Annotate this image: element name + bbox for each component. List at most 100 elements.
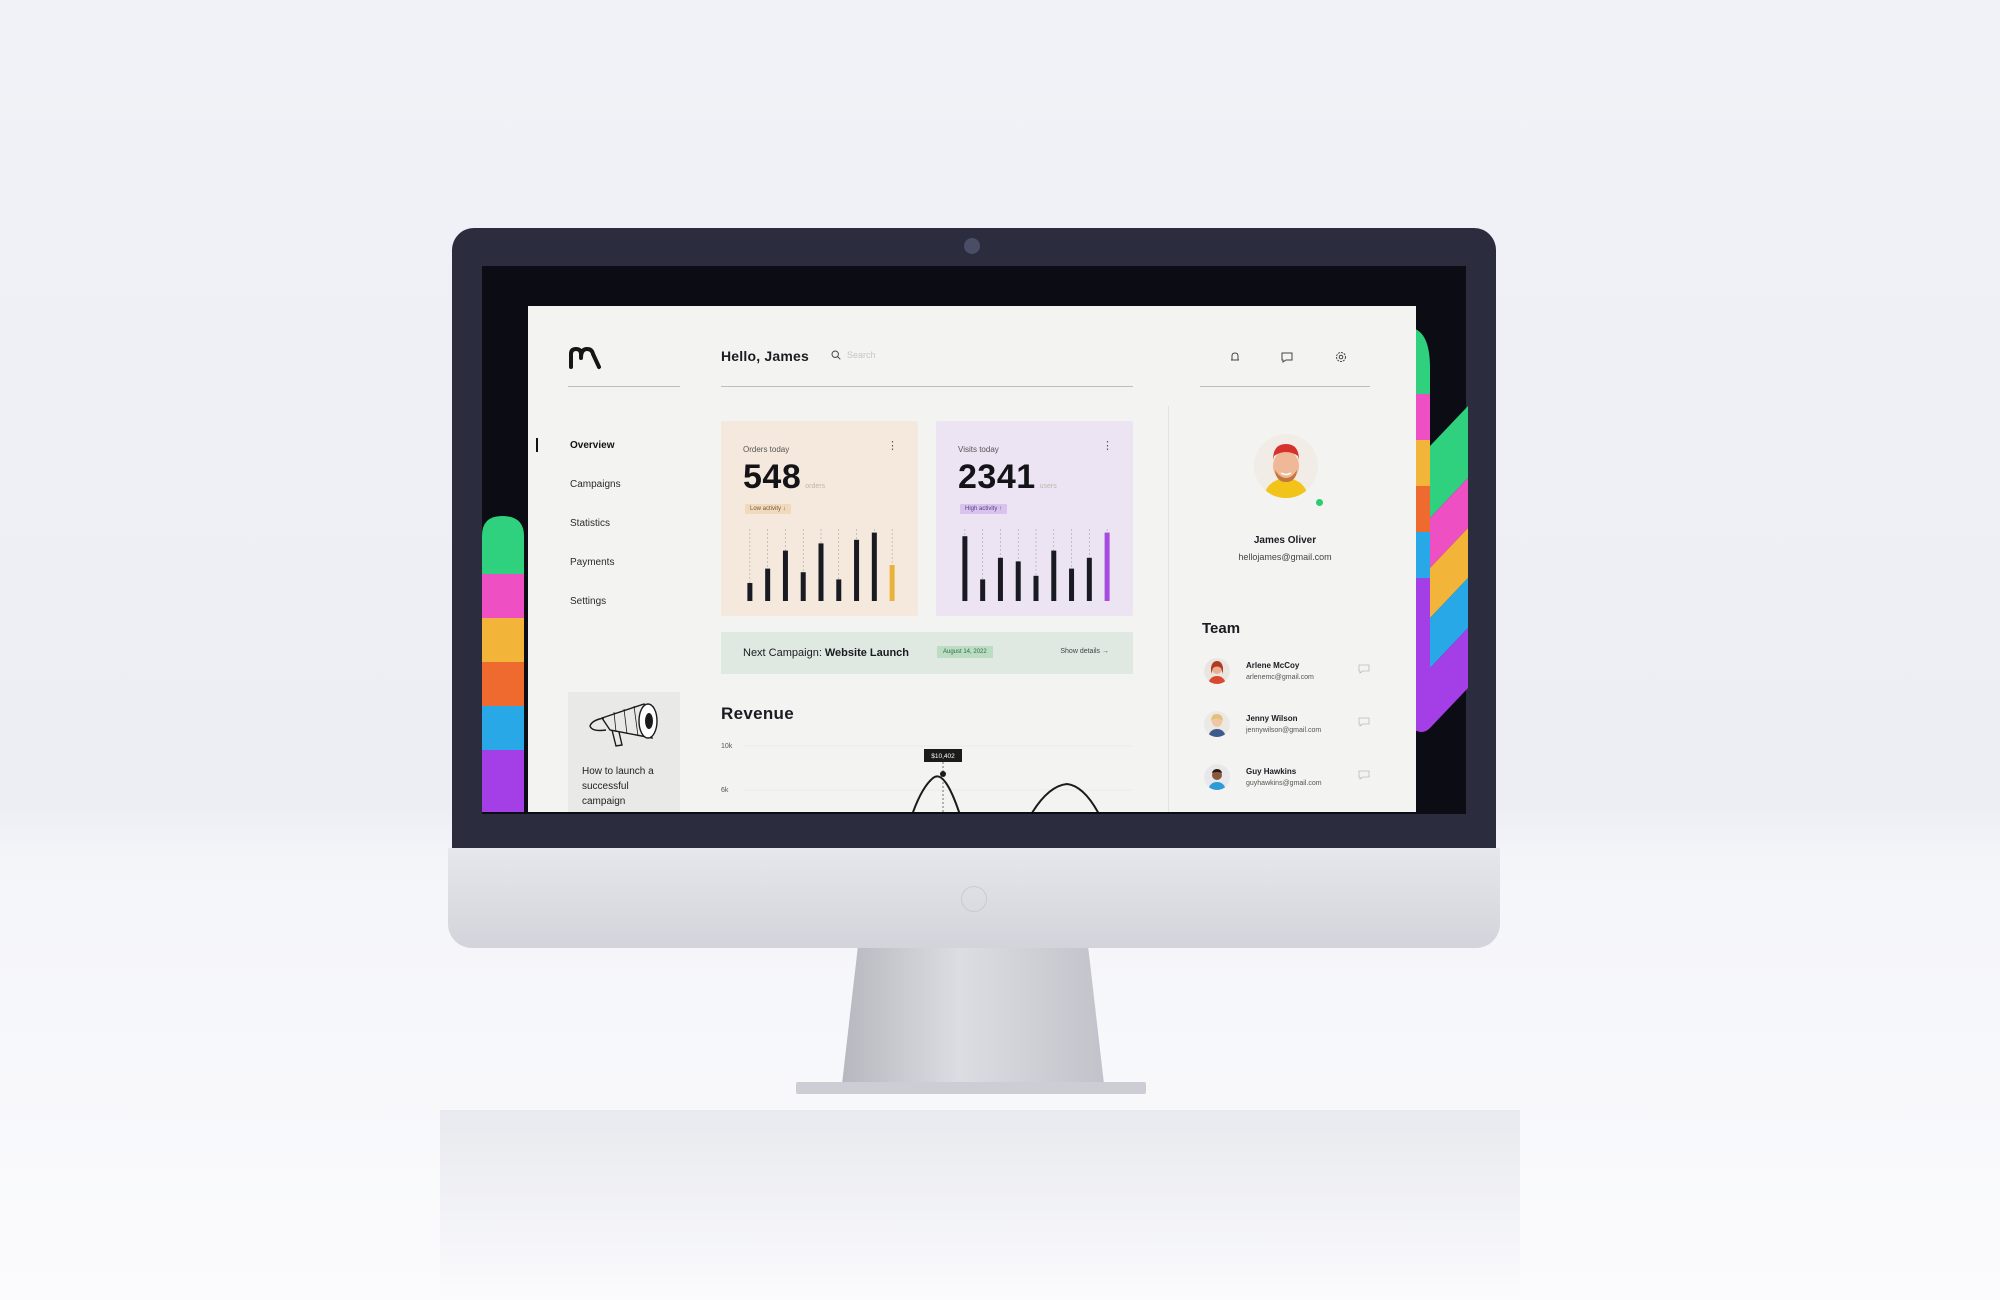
monitor-chin: [448, 848, 1500, 948]
campaign-date-badge: August 14, 2022: [937, 646, 993, 658]
sidebar-item-label: Statistics: [570, 518, 611, 529]
team-member[interactable]: Guy Hawkins guyhawkins@gmail.com: [1202, 764, 1372, 812]
member-name: Jenny Wilson: [1246, 714, 1298, 723]
bar[interactable]: [800, 572, 806, 601]
page-title: Hello, James: [721, 348, 809, 364]
visits-today-card[interactable]: Visits today ⋮ 2341 users High activity ↑: [936, 421, 1133, 616]
more-vertical-icon[interactable]: ⋮: [887, 441, 898, 452]
revenue-point[interactable]: [940, 771, 946, 777]
member-name: Guy Hawkins: [1246, 767, 1297, 776]
monitor-logo: [961, 886, 987, 912]
bar[interactable]: [1086, 557, 1092, 601]
right-panel-separator: [1168, 406, 1169, 812]
promo-card[interactable]: How to launch a successful campaign: [568, 692, 680, 812]
orders-count: 548 orders: [743, 458, 826, 496]
avatar: [1204, 711, 1230, 737]
bar[interactable]: [765, 568, 771, 601]
orders-bar-chart: [747, 529, 895, 601]
notification-icon[interactable]: [1228, 350, 1242, 364]
card-label: Visits today: [958, 445, 999, 454]
bar[interactable]: [782, 550, 788, 601]
floor-reflection: [440, 1110, 1520, 1300]
orders-today-card[interactable]: Orders today ⋮ 548 orders Low activity ↓: [721, 421, 918, 616]
y-tick-10k: 10k: [721, 743, 733, 750]
orders-unit: orders: [805, 483, 826, 490]
y-tick-6k: 6k: [721, 787, 729, 794]
activity-badge: Low activity ↓: [745, 504, 791, 514]
monitor-stand: [842, 948, 1104, 1084]
monitor-stand-base: [796, 1082, 1146, 1094]
member-name: Arlene McCoy: [1246, 661, 1300, 670]
online-status-indicator: [1316, 499, 1323, 506]
webcam: [964, 238, 980, 254]
profile-name: James Oliver: [1253, 535, 1317, 546]
brand-logo-icon[interactable]: [568, 346, 604, 370]
member-email: jennywilson@gmail.com: [1246, 727, 1322, 734]
card-label: Orders today: [743, 445, 790, 454]
bar[interactable]: [1104, 532, 1110, 601]
sidebar-item-statistics[interactable]: Statistics: [570, 518, 621, 557]
settings-icon[interactable]: [1334, 350, 1348, 364]
search-bar[interactable]: [831, 350, 937, 360]
sidebar-item-label: Campaigns: [570, 479, 621, 490]
sidebar-nav: Overview Campaigns Statistics Payments S…: [536, 438, 621, 635]
sidebar-item-label: Payments: [570, 557, 615, 568]
revenue-title: Revenue: [721, 704, 794, 723]
member-email: arlenemc@gmail.com: [1246, 674, 1314, 681]
team-member[interactable]: Jenny Wilson jennywilson@gmail.com: [1202, 711, 1372, 764]
bar[interactable]: [1033, 575, 1039, 601]
message-icon[interactable]: [1280, 350, 1294, 364]
revenue-line-chart: 10k 6k $10,402: [721, 743, 1133, 812]
bar[interactable]: [1069, 568, 1075, 601]
bar[interactable]: [962, 536, 968, 601]
tooltip-value: $10,402: [931, 753, 955, 760]
visits-count: 2341 users: [958, 458, 1057, 496]
bar[interactable]: [836, 579, 842, 601]
chat-bubble-icon[interactable]: [1358, 717, 1370, 727]
sidebar-item-label: Overview: [570, 440, 615, 451]
sidebar-item-payments[interactable]: Payments: [570, 557, 621, 596]
avatar: [1204, 764, 1230, 790]
search-input[interactable]: [847, 350, 937, 360]
sidebar-item-label: Settings: [570, 596, 607, 607]
bar[interactable]: [871, 532, 877, 601]
revenue-line: [912, 775, 1099, 812]
chat-bubble-icon[interactable]: [1358, 770, 1370, 780]
bar[interactable]: [1015, 561, 1021, 601]
avatar: [1204, 658, 1230, 684]
header-actions: [1228, 350, 1348, 364]
sidebar: Overview Campaigns Statistics Payments S…: [528, 306, 718, 812]
bar[interactable]: [747, 583, 753, 601]
active-indicator: [536, 438, 538, 452]
bar[interactable]: [854, 539, 860, 601]
decorative-stripes-right: [1412, 328, 1468, 732]
show-details-link[interactable]: Show details →: [1060, 648, 1109, 655]
right-panel-divider: [1200, 386, 1370, 387]
team-list: Arlene McCoy arlenemc@gmail.com Jenny Wi…: [1202, 658, 1372, 812]
visits-bar-chart: [962, 529, 1110, 601]
bar[interactable]: [889, 565, 895, 601]
bar[interactable]: [980, 579, 986, 601]
megaphone-icon: [589, 703, 658, 747]
avatar[interactable]: [1254, 434, 1318, 498]
activity-badge: High activity ↑: [960, 504, 1008, 514]
sidebar-item-settings[interactable]: Settings: [570, 596, 621, 635]
decorative-stripes-left: [482, 516, 524, 812]
next-campaign-banner: Next Campaign: Website Launch August 14,…: [721, 632, 1133, 674]
search-icon: [831, 350, 841, 360]
sidebar-item-overview[interactable]: Overview: [536, 438, 621, 479]
more-vertical-icon[interactable]: ⋮: [1102, 441, 1113, 452]
sidebar-item-campaigns[interactable]: Campaigns: [570, 479, 621, 518]
campaign-prefix: Next Campaign:: [743, 647, 822, 659]
visits-unit: users: [1039, 483, 1057, 490]
chat-bubble-icon[interactable]: [1358, 664, 1370, 674]
promo-text: How to launch a successful campaign: [582, 766, 654, 807]
campaign-name: Website Launch: [824, 647, 910, 659]
team-member[interactable]: Arlene McCoy arlenemc@gmail.com: [1202, 658, 1372, 711]
member-email: guyhawkins@gmail.com: [1246, 780, 1322, 787]
bar[interactable]: [818, 543, 824, 601]
bar[interactable]: [997, 557, 1003, 601]
team-title: Team: [1202, 620, 1241, 637]
bar[interactable]: [1051, 550, 1057, 601]
sidebar-divider: [568, 386, 680, 387]
